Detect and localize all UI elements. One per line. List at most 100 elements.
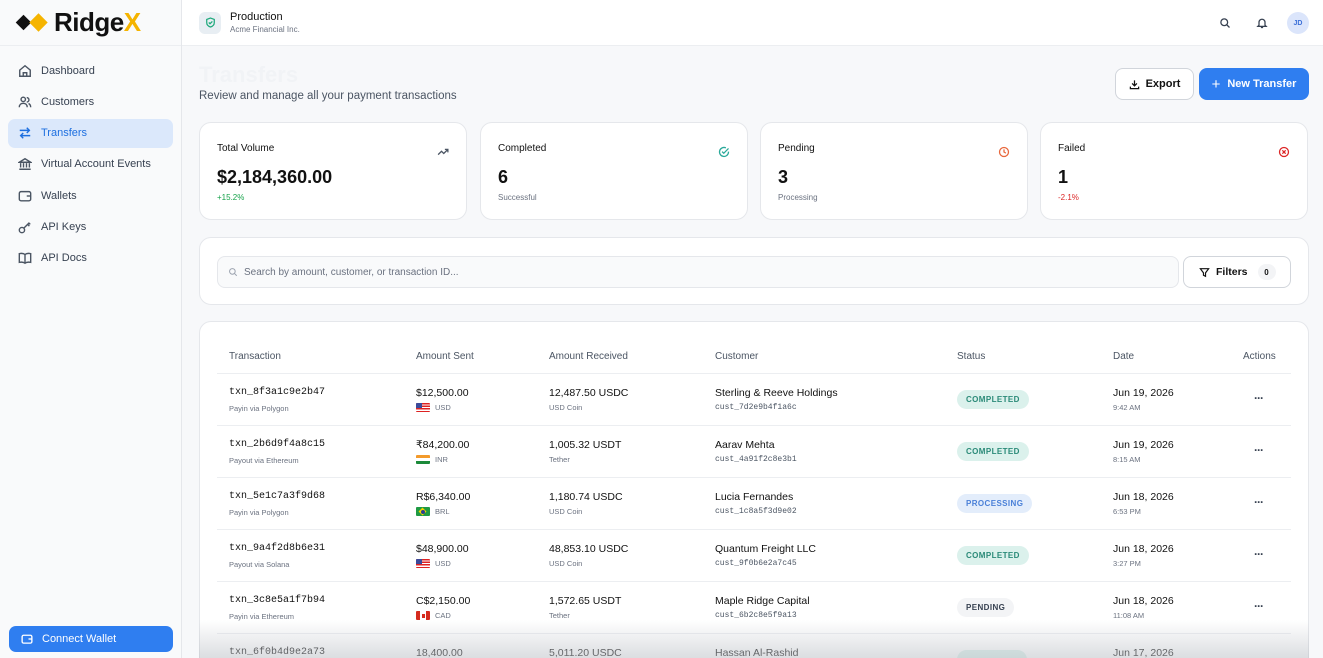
brand-logo[interactable]: RidgeX: [0, 0, 181, 46]
currency: CAD: [416, 611, 451, 620]
environment-switcher[interactable]: Production Acme Financial Inc.: [230, 11, 300, 34]
new-transfer-label: New Transfer: [1227, 78, 1297, 90]
stat-value: 1: [1058, 167, 1069, 187]
transaction-time: 3:27 PM: [1113, 559, 1141, 568]
customer-name[interactable]: Lucia Fernandes: [715, 491, 793, 503]
coin-name: Tether: [549, 611, 570, 620]
transaction-date: Jun 17, 2026: [1113, 647, 1174, 658]
sidebar-item-label: Transfers: [41, 127, 88, 140]
customer-id: cust_6b2c8e5f9a13: [715, 611, 797, 620]
table-row[interactable]: txn_8f3a1c9e2b47 Payin via Polygon $12,5…: [217, 374, 1291, 426]
currency: USD: [416, 559, 451, 568]
sidebar-item-api-docs[interactable]: API Docs: [8, 244, 173, 273]
us-flag-icon: [416, 559, 430, 568]
page-subtitle: Review and manage all your payment trans…: [199, 90, 457, 102]
download-icon: [1129, 79, 1139, 89]
sidebar-item-dashboard[interactable]: Dashboard: [8, 56, 173, 85]
transaction-date: Jun 19, 2026: [1113, 387, 1174, 399]
export-button[interactable]: Export: [1115, 68, 1194, 100]
coin-name: USD Coin: [549, 507, 583, 516]
column-header-date[interactable]: Date: [1113, 351, 1134, 362]
new-transfer-button[interactable]: + New Transfer: [1199, 68, 1309, 100]
topbar-actions: JD: [1199, 12, 1309, 34]
stat-label: Completed: [498, 143, 547, 154]
status-badge: PENDING: [957, 598, 1015, 617]
customer-name[interactable]: Hassan Al-Rashid: [715, 647, 798, 658]
wallet-icon: [18, 190, 32, 202]
us-flag-icon: [416, 403, 430, 412]
more-actions-icon[interactable]: ···: [1254, 443, 1264, 457]
sidebar-item-label: Customers: [41, 95, 95, 108]
transaction-id: txn_2b6d9f4a8c15: [229, 439, 326, 450]
search-input[interactable]: [244, 266, 1144, 278]
environment-name: Production: [230, 11, 283, 23]
amount-received: 48,853.10 USDC: [549, 543, 629, 555]
transaction-time: 6:53 PM: [1113, 507, 1141, 516]
column-header-customer[interactable]: Customer: [715, 351, 758, 362]
amount-sent: $12,500.00: [416, 387, 469, 399]
bank-icon: [18, 158, 32, 171]
logo-icon: [15, 13, 48, 32]
transaction-method: Payout via Solana: [229, 560, 290, 569]
amount-sent: C$2,150.00: [416, 595, 471, 607]
column-header-transaction[interactable]: Transaction: [229, 351, 281, 362]
customer-name[interactable]: Quantum Freight LLC: [715, 543, 816, 555]
more-actions-icon[interactable]: ···: [1254, 495, 1264, 509]
column-header-amount-received[interactable]: Amount Received: [549, 351, 628, 362]
india-flag-icon: [416, 455, 430, 464]
shield-icon[interactable]: [199, 11, 221, 34]
coin-name: USD Coin: [549, 403, 583, 412]
table-row[interactable]: txn_9a4f2d8b6e31 Payout via Solana $48,9…: [217, 530, 1291, 582]
column-header-status[interactable]: Status: [957, 351, 985, 362]
stat-card-failed: Failed 1 -2.1%: [1040, 122, 1308, 220]
sidebar-item-virtual-account-events[interactable]: Virtual Account Events: [8, 150, 173, 179]
currency: INR: [416, 455, 448, 464]
table-header: Transaction Amount Sent Amount Received …: [217, 322, 1291, 374]
sidebar-item-wallets[interactable]: Wallets: [8, 181, 173, 210]
transaction-date: Jun 18, 2026: [1113, 491, 1174, 503]
sidebar-item-label: Wallets: [41, 189, 77, 202]
stat-change: +15.2%: [217, 193, 245, 202]
customer-name[interactable]: Maple Ridge Capital: [715, 595, 810, 607]
plus-icon: +: [1211, 75, 1221, 93]
sidebar-item-transfers[interactable]: Transfers: [8, 118, 173, 148]
filters-button[interactable]: Filters 0: [1183, 256, 1291, 288]
more-actions-icon[interactable]: ···: [1254, 599, 1264, 613]
table-row[interactable]: txn_6f0b4d9e2a73 18,400.00 5,011.20 USDC…: [217, 634, 1291, 658]
organization-name: Acme Financial Inc.: [230, 25, 300, 34]
sidebar-item-api-keys[interactable]: API Keys: [8, 212, 173, 241]
bell-icon[interactable]: [1251, 12, 1273, 34]
home-icon: [19, 64, 31, 77]
sidebar-item-customers[interactable]: Customers: [8, 87, 173, 116]
stat-change: -2.1%: [1058, 193, 1079, 202]
avatar[interactable]: JD: [1287, 12, 1309, 34]
transaction-method: Payin via Polygon: [229, 404, 289, 413]
column-header-amount-sent[interactable]: Amount Sent: [416, 351, 474, 362]
stat-card-completed: Completed 6 Successful: [480, 122, 748, 220]
search-icon[interactable]: [1214, 12, 1236, 34]
table-row[interactable]: txn_2b6d9f4a8c15 Payout via Ethereum ₹84…: [217, 426, 1291, 478]
more-actions-icon[interactable]: ···: [1254, 547, 1264, 561]
table-row[interactable]: txn_3c8e5a1f7b94 Payin via Ethereum C$2,…: [217, 582, 1291, 634]
connect-wallet-label: Connect Wallet: [42, 633, 117, 645]
canada-flag-icon: [416, 611, 430, 620]
customer-name[interactable]: Sterling & Reeve Holdings: [715, 387, 838, 399]
stat-card-total-volume: Total Volume $2,184,360.00 +15.2%: [199, 122, 467, 220]
currency-code: INR: [435, 455, 448, 464]
status-badge: COMPLETED: [957, 442, 1029, 461]
transaction-date: Jun 18, 2026: [1113, 595, 1174, 607]
customer-name[interactable]: Aarav Mehta: [715, 439, 775, 451]
more-actions-icon[interactable]: ···: [1254, 391, 1264, 405]
transaction-method: Payin via Polygon: [229, 508, 289, 517]
transaction-time: 11:08 AM: [1113, 611, 1145, 620]
sidebar-item-label: Virtual Account Events: [41, 158, 151, 171]
amount-received: 5,011.20 USDC: [549, 647, 622, 658]
search-field[interactable]: [217, 256, 1179, 288]
currency: USD: [416, 403, 451, 412]
customer-id: cust_1c8a5f3d9e02: [715, 507, 797, 516]
connect-wallet-button[interactable]: Connect Wallet: [9, 626, 173, 652]
amount-received: 12,487.50 USDC: [549, 387, 629, 399]
currency-code: USD: [435, 403, 451, 412]
table-row[interactable]: txn_5e1c7a3f9d68 Payin via Polygon R$6,3…: [217, 478, 1291, 530]
coin-name: USD Coin: [549, 559, 583, 568]
